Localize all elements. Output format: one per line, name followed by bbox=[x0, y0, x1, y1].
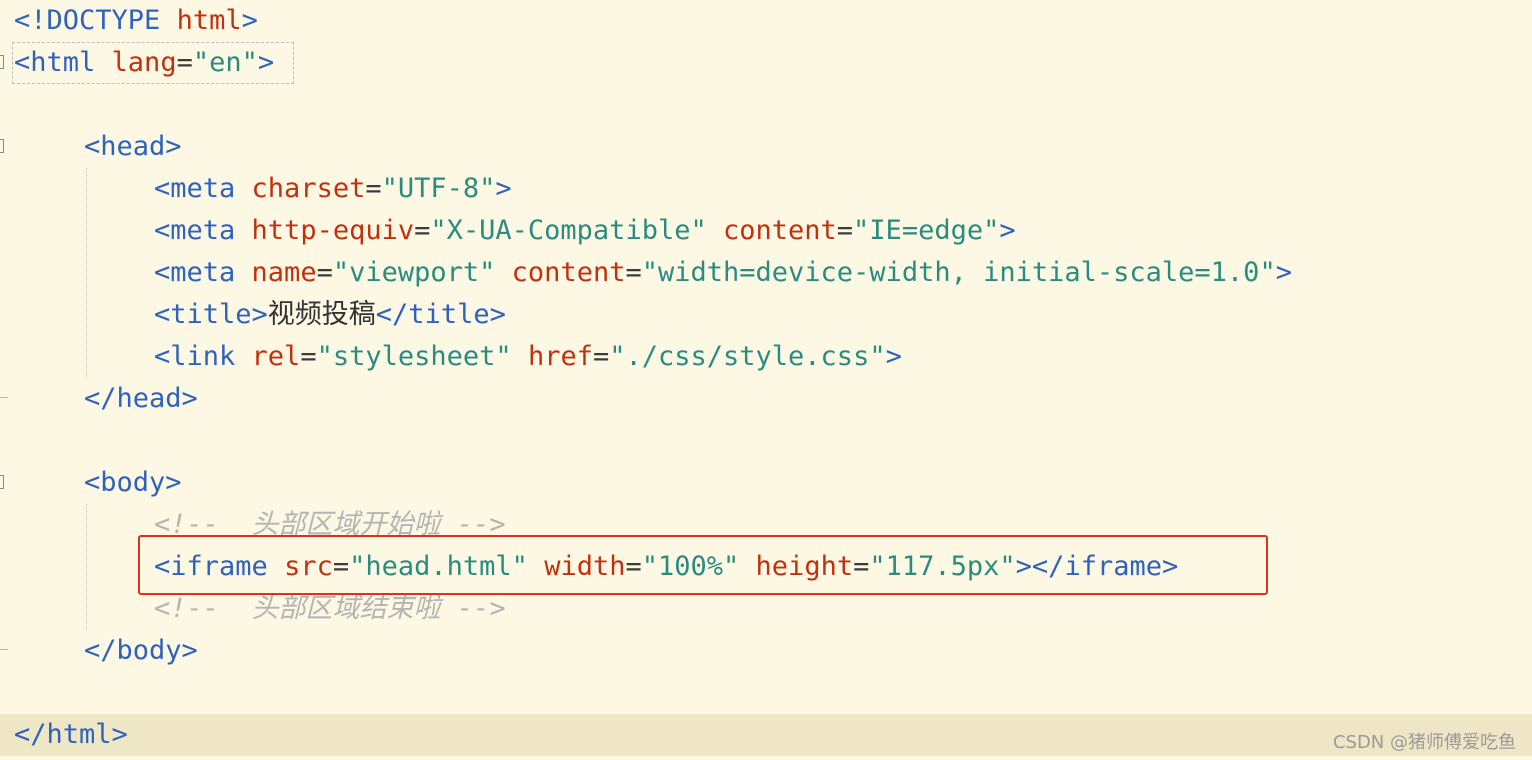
code-line-11[interactable] bbox=[0, 420, 1532, 462]
title-text: 视频投稿 bbox=[267, 299, 376, 330]
meta-charset-eq: = bbox=[365, 173, 382, 204]
link-rel-value: "stylesheet" bbox=[316, 341, 512, 372]
code-line-3[interactable] bbox=[0, 84, 1532, 126]
meta-charset-open: <meta bbox=[154, 173, 236, 204]
comment-end-close: --> bbox=[456, 593, 506, 624]
meta-compat-attr2: content bbox=[722, 215, 837, 246]
link-close: > bbox=[885, 341, 902, 372]
code-line-5[interactable]: <meta charset="UTF-8"> bbox=[0, 168, 1532, 210]
html-lang-value: "en" bbox=[192, 47, 258, 78]
meta-viewport-value1: "viewport" bbox=[332, 257, 496, 288]
code-line-2[interactable]: <html lang="en"> bbox=[0, 42, 1532, 84]
html-open-tag: <html bbox=[14, 47, 96, 78]
code-line-17[interactable] bbox=[0, 672, 1532, 714]
link-rel-attr: rel bbox=[251, 341, 301, 372]
meta-compat-close: > bbox=[999, 215, 1016, 246]
meta-viewport-attr2: content bbox=[511, 257, 626, 288]
meta-viewport-close: > bbox=[1275, 257, 1292, 288]
title-open-tag: <title> bbox=[154, 299, 268, 330]
code-line-1[interactable]: <!DOCTYPE html> bbox=[0, 0, 1532, 42]
meta-compat-attr1: http-equiv bbox=[251, 215, 415, 246]
code-line-18-current[interactable]: </html> bbox=[0, 714, 1532, 756]
meta-viewport-eq1: = bbox=[316, 257, 333, 288]
doctype-open: <!DOCTYPE bbox=[14, 5, 161, 36]
head-close-tag: </head> bbox=[84, 383, 198, 414]
code-line-12[interactable]: <body> bbox=[0, 462, 1532, 504]
head-open-tag: <head> bbox=[84, 131, 182, 162]
meta-compat-open: <meta bbox=[154, 215, 236, 246]
meta-charset-close: > bbox=[495, 173, 512, 204]
meta-viewport-attr1: name bbox=[251, 257, 317, 288]
meta-viewport-value2: "width=device-width, initial-scale=1.0" bbox=[641, 257, 1276, 288]
meta-charset-attr: charset bbox=[251, 173, 366, 204]
link-href-attr: href bbox=[527, 341, 593, 372]
html-lang-attr: lang bbox=[111, 47, 177, 78]
code-line-7[interactable]: <meta name="viewport" content="width=dev… bbox=[0, 252, 1532, 294]
comment-end-open: <!-- bbox=[154, 593, 220, 624]
code-line-4[interactable]: <head> bbox=[0, 126, 1532, 168]
link-href-eq: = bbox=[592, 341, 610, 372]
html-lang-eq: = bbox=[176, 47, 193, 78]
body-close-tag: </body> bbox=[84, 635, 198, 666]
iframe-highlight-box bbox=[138, 535, 1268, 595]
meta-compat-eq2: = bbox=[836, 215, 854, 246]
title-close-tag: </title> bbox=[375, 299, 506, 330]
meta-charset-value: "UTF-8" bbox=[381, 173, 496, 204]
code-line-9[interactable]: <link rel="stylesheet" href="./css/style… bbox=[0, 336, 1532, 378]
csdn-watermark: CSDN @猪师傅爱吃鱼 bbox=[1332, 732, 1516, 753]
comment-end-text: 头部区域结束啦 bbox=[251, 593, 441, 624]
code-line-16[interactable]: </body> bbox=[0, 630, 1532, 672]
html-open-close: > bbox=[257, 47, 275, 78]
link-open: <link bbox=[154, 341, 236, 372]
link-href-value: "./css/style.css" bbox=[609, 341, 886, 372]
doctype-name: html bbox=[176, 5, 242, 36]
code-editor[interactable]: <!DOCTYPE html> <html lang="en"> <head> … bbox=[0, 0, 1532, 760]
meta-compat-value2: "IE=edge" bbox=[853, 215, 1000, 246]
code-line-10[interactable]: </head> bbox=[0, 378, 1532, 420]
meta-compat-value1: "X-UA-Compatible" bbox=[430, 215, 707, 246]
meta-viewport-eq2: = bbox=[625, 257, 642, 288]
code-line-6[interactable]: <meta http-equiv="X-UA-Compatible" conte… bbox=[0, 210, 1532, 252]
meta-viewport-open: <meta bbox=[154, 257, 236, 288]
link-rel-eq: = bbox=[300, 341, 317, 372]
code-line-8[interactable]: <title>视频投稿</title> bbox=[0, 294, 1532, 336]
meta-compat-eq1: = bbox=[414, 215, 431, 246]
body-open-tag: <body> bbox=[84, 467, 182, 498]
doctype-close: > bbox=[241, 5, 258, 36]
html-close-tag: </html> bbox=[14, 719, 128, 750]
